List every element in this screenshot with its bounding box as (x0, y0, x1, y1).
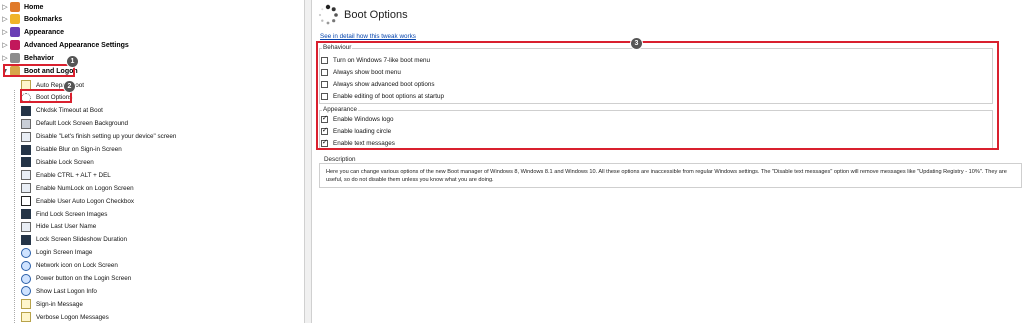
annotation-box-boot-and-logon (3, 64, 75, 77)
plain-icon (21, 170, 31, 181)
dark-icon (21, 209, 31, 219)
tree-item-advanced-appearance-settings[interactable]: ▷ Advanced Appearance Settings (0, 39, 129, 51)
tree-item-bookmarks[interactable]: ▷ Bookmarks (0, 13, 62, 25)
tree-child-label: Login Screen Image (36, 249, 93, 257)
tree-child-label: Disable Blur on Sign-in Screen (36, 146, 122, 153)
tree-child-item[interactable]: Show Last Logon Info (21, 285, 97, 297)
tree-child-label: Verbose Logon Messages (36, 313, 109, 321)
tree-child-item[interactable]: Disable Lock Screen (21, 156, 94, 168)
tree-child-label: Hide Last User Name (36, 223, 97, 231)
tree-child-label: Lock Screen Slideshow Duration (36, 236, 128, 244)
tree-child-item[interactable]: Disable "Let's finish setting up your de… (21, 131, 176, 143)
dark-icon (21, 105, 31, 116)
tree-child-item[interactable]: Sign-in Message (21, 298, 83, 310)
plain-icon (21, 183, 31, 194)
loading-circle-icon (318, 4, 338, 25)
dark-icon (21, 234, 31, 245)
tree-child-item[interactable]: Login Screen Image (21, 247, 92, 259)
category-icon (10, 40, 20, 50)
tree-child-label: Auto Repair Boot (36, 81, 84, 89)
plain-icon (21, 131, 31, 142)
tree-item-appearance[interactable]: ▷ Appearance (0, 26, 64, 38)
tree-child-label: Disable Lock Screen (36, 158, 94, 166)
tree-child-label: Power button on the Login Screen (36, 275, 132, 282)
tree-child-label: Chkdsk Timeout at Boot (36, 107, 103, 115)
tree-child-label: Default Lock Screen Background (36, 120, 129, 128)
tree-item-label: Advanced Appearance Settings (24, 41, 129, 49)
tree-child-label: Show Last Logon Info (36, 287, 97, 295)
tree-child-item[interactable]: Disable Blur on Sign-in Screen (21, 144, 122, 156)
pane-splitter[interactable] (304, 0, 312, 323)
tree-child-item[interactable]: Enable NumLock on Logon Screen (21, 182, 134, 194)
tree-child-label: Network icon on Lock Screen (36, 262, 118, 270)
plain-icon (21, 221, 31, 232)
check-icon (21, 196, 31, 207)
tree-item-label: Home (24, 3, 44, 11)
tree-child-label: Sign-in Message (36, 300, 83, 308)
dark-icon (21, 157, 31, 168)
tree-item-behavior[interactable]: ▷ Behavior (0, 52, 54, 64)
tree-child-item[interactable]: Find Lock Screen Images (21, 208, 107, 220)
navigation-tree: ▷ Home ▷ Bookmarks ▷ Appearance ▷ Advanced Appe… (0, 0, 304, 323)
description-title: Description (323, 156, 357, 163)
tree-child-label: Enable NumLock on Logon Screen (36, 184, 134, 192)
tree-child-item[interactable]: Enable User Auto Logon Checkbox (21, 195, 134, 207)
tree-child-item[interactable]: Default Lock Screen Background (21, 118, 128, 130)
tree-child-item[interactable]: Verbose Logon Messages (21, 311, 109, 323)
annotation-box-options (316, 41, 999, 150)
tree-child-label: Find Lock Screen Images (36, 210, 108, 218)
annotation-badge-1: 1 (66, 55, 79, 68)
dark-icon (21, 144, 31, 155)
tree-child-item[interactable]: Network icon on Lock Screen (21, 260, 118, 272)
note-icon (21, 312, 31, 323)
globe-icon (21, 260, 31, 271)
category-icon (10, 53, 20, 63)
note-icon (21, 299, 31, 310)
expander-icon[interactable]: ▷ (0, 28, 10, 36)
tree-child-item[interactable]: Lock Screen Slideshow Duration (21, 234, 127, 246)
tree-child-item[interactable]: Chkdsk Timeout at Boot (21, 105, 103, 117)
tree-child-item[interactable]: Power button on the Login Screen (21, 273, 131, 285)
page-title: Boot Options (344, 9, 408, 21)
description-text: Here you can change various options of t… (326, 169, 1007, 183)
category-icon (10, 27, 20, 37)
category-icon (10, 14, 20, 24)
tree-child-item[interactable]: Enable CTRL + ALT + DEL (21, 169, 111, 181)
tree-item-home[interactable]: ▷ Home (0, 1, 43, 13)
tree-item-label: Behavior (24, 54, 54, 62)
annotation-badge-2: 2 (63, 80, 76, 93)
tree-child-item[interactable]: Hide Last User Name (21, 221, 96, 233)
tree-item-label: Appearance (24, 28, 65, 36)
tree-child-label: Enable CTRL + ALT + DEL (36, 171, 111, 179)
expander-icon[interactable]: ▷ (0, 41, 10, 49)
tree-child-label: Disable "Let's finish setting up your de… (36, 133, 177, 141)
category-icon (10, 2, 20, 12)
tree-connector-line (14, 90, 15, 323)
expander-icon[interactable]: ▷ (0, 15, 10, 23)
globe-icon (21, 273, 31, 284)
expander-icon[interactable]: ▷ (0, 3, 10, 11)
tree-child-label: Enable User Auto Logon Checkbox (36, 197, 135, 205)
globe-icon (21, 247, 31, 258)
globe-icon (21, 286, 31, 297)
tree-item-label: Bookmarks (24, 15, 63, 23)
expander-icon[interactable]: ▷ (0, 54, 10, 62)
detail-link[interactable]: See in detail how this tweak works (320, 33, 416, 40)
lock-icon (21, 118, 31, 129)
annotation-badge-3: 3 (630, 37, 643, 50)
